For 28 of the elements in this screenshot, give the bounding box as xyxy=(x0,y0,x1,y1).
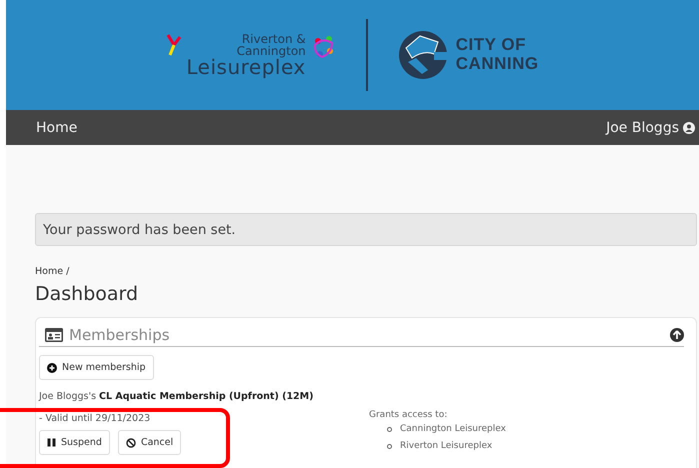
collapse-icon[interactable] xyxy=(670,328,684,342)
card-title: Memberships xyxy=(69,326,170,344)
user-icon xyxy=(683,122,695,134)
success-alert: Your password has been set. xyxy=(35,213,697,246)
logo-text: Cannington xyxy=(236,45,306,57)
user-menu[interactable]: Joe Bloggs xyxy=(606,120,695,136)
new-membership-button[interactable]: New membership xyxy=(39,355,154,380)
pause-icon xyxy=(47,438,56,447)
access-heading: Grants access to: xyxy=(369,410,448,420)
membership-title: Joe Bloggs's CL Aquatic Membership (Upfront) (12M) xyxy=(39,391,314,402)
prohibited-icon xyxy=(126,438,136,448)
access-item: Cannington Leisureplex xyxy=(400,424,506,434)
home-link[interactable]: Home xyxy=(36,120,78,136)
logo-text: Leisureplex xyxy=(186,57,306,77)
bullet-icon xyxy=(387,444,392,448)
cancel-button[interactable]: Cancel xyxy=(118,430,182,455)
access-item: Riverton Leisureplex xyxy=(400,441,492,451)
logo-text: CANNING xyxy=(456,55,539,74)
bullet-icon xyxy=(387,426,392,432)
logo-text: Riverton & xyxy=(242,33,306,45)
id-card-icon xyxy=(45,328,63,342)
page-title: Dashboard xyxy=(35,283,140,305)
suspend-button[interactable]: Suspend xyxy=(39,430,110,455)
city-emblem-icon xyxy=(398,30,448,80)
valid-until-text: - Valid until 29/11/2023 xyxy=(39,413,152,424)
plus-circle-icon xyxy=(47,362,57,372)
logo-text: CITY OF xyxy=(456,36,528,55)
breadcrumb-link[interactable]: Home / xyxy=(35,266,697,277)
